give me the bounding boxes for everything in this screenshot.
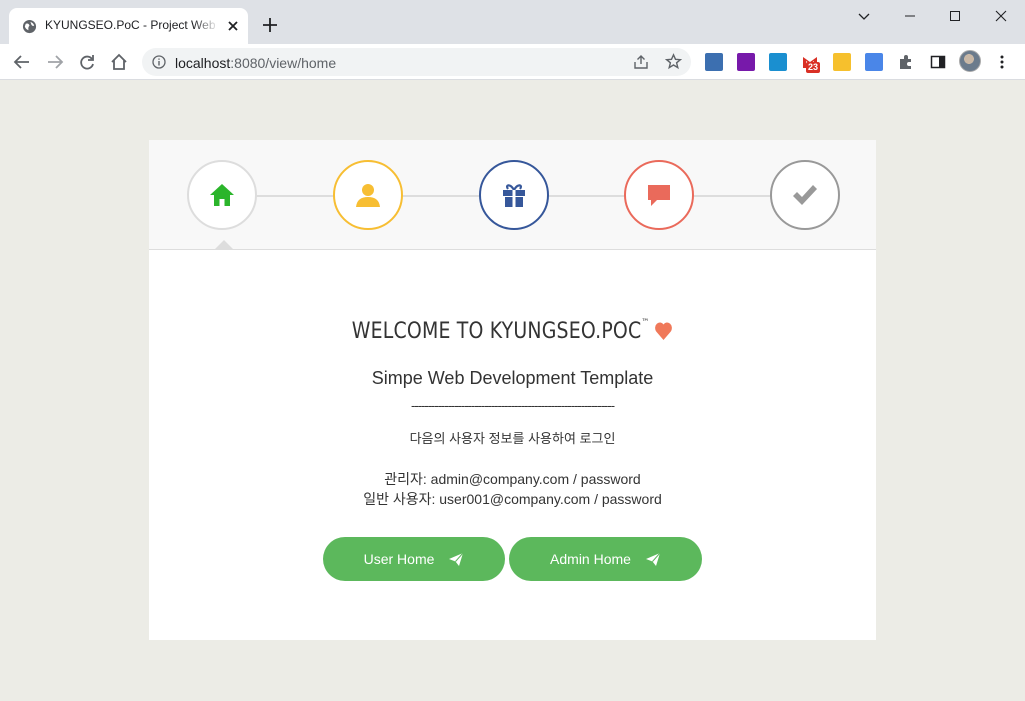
dashed-divider: ----------------------------------------… xyxy=(410,398,615,413)
main-card: WELCOME TO KYUNGSEO.POC™ Simpe Web Devel… xyxy=(149,140,876,640)
url-text[interactable]: localhost:8080/view/home xyxy=(175,55,336,71)
heart-icon xyxy=(655,322,673,340)
comment-icon xyxy=(648,185,670,206)
admin-home-button[interactable]: Admin Home xyxy=(509,537,702,581)
step-user[interactable] xyxy=(333,160,403,230)
welcome-text: WELCOME TO KYUNGSEO.POC xyxy=(351,319,642,344)
home-icon[interactable] xyxy=(108,52,130,72)
login-instruction: 다음의 사용자 정보를 사용하여 로그인 xyxy=(409,431,616,446)
translate-extension-icon[interactable] xyxy=(865,53,883,71)
download-extension-icon[interactable] xyxy=(705,53,723,71)
home-icon xyxy=(210,184,234,206)
back-icon[interactable] xyxy=(11,52,33,72)
profile-avatar[interactable] xyxy=(959,50,981,72)
step-home[interactable] xyxy=(187,160,257,230)
welcome-heading: WELCOME TO KYUNGSEO.POC™ xyxy=(200,318,825,344)
admin-credentials: 관리자: admin@company.com / password xyxy=(384,471,641,487)
browser-menu-icon[interactable] xyxy=(993,53,1011,71)
user-icon xyxy=(356,184,380,207)
onenote-extension-icon[interactable] xyxy=(737,53,755,71)
extensions-puzzle-icon[interactable] xyxy=(897,53,915,71)
bookmark-star-icon[interactable] xyxy=(665,53,682,70)
globe-icon xyxy=(22,19,37,34)
s-extension-icon[interactable] xyxy=(769,53,787,71)
gmail-unread-badge: 23 xyxy=(806,62,821,73)
active-step-pointer xyxy=(214,240,234,250)
tab-search-icon[interactable] xyxy=(851,6,877,26)
browser-titlebar: KYUNGSEO.PoC - Project Web Site xyxy=(0,0,1025,44)
step-gift[interactable] xyxy=(479,160,549,230)
user-home-label: User Home xyxy=(363,551,435,567)
gift-icon xyxy=(503,184,525,207)
window-close-icon[interactable] xyxy=(988,6,1014,26)
subtitle: Simpe Web Development Template xyxy=(371,368,654,388)
user-home-button[interactable]: User Home xyxy=(323,537,505,581)
site-info-icon[interactable] xyxy=(152,55,166,69)
browser-toolbar: localhost:8080/view/home xyxy=(0,44,1025,80)
minimize-icon[interactable] xyxy=(897,6,923,26)
url-host: localhost xyxy=(175,55,231,71)
close-tab-icon[interactable] xyxy=(226,19,240,33)
new-tab-icon[interactable] xyxy=(260,15,280,35)
check-icon xyxy=(793,185,817,205)
browser-tab[interactable]: KYUNGSEO.PoC - Project Web Site xyxy=(9,8,248,44)
trademark-symbol: ™ xyxy=(641,318,650,328)
address-bar[interactable]: localhost:8080/view/home xyxy=(142,48,691,76)
forward-icon[interactable] xyxy=(44,52,66,72)
admin-home-label: Admin Home xyxy=(550,551,631,567)
paper-plane-icon xyxy=(645,552,661,566)
keep-extension-icon[interactable] xyxy=(833,53,851,71)
user-credentials: 일반 사용자: user001@company.com / password xyxy=(363,491,662,507)
url-path: :8080/view/home xyxy=(230,55,337,71)
reload-icon[interactable] xyxy=(76,52,98,72)
tab-title: KYUNGSEO.PoC - Project Web Site xyxy=(45,18,219,32)
step-comment[interactable] xyxy=(624,160,694,230)
share-icon[interactable] xyxy=(633,54,649,70)
side-panel-icon[interactable] xyxy=(929,53,947,71)
step-wizard xyxy=(149,140,876,250)
step-complete[interactable] xyxy=(770,160,840,230)
paper-plane-icon xyxy=(449,552,464,566)
maximize-icon[interactable] xyxy=(942,6,968,26)
